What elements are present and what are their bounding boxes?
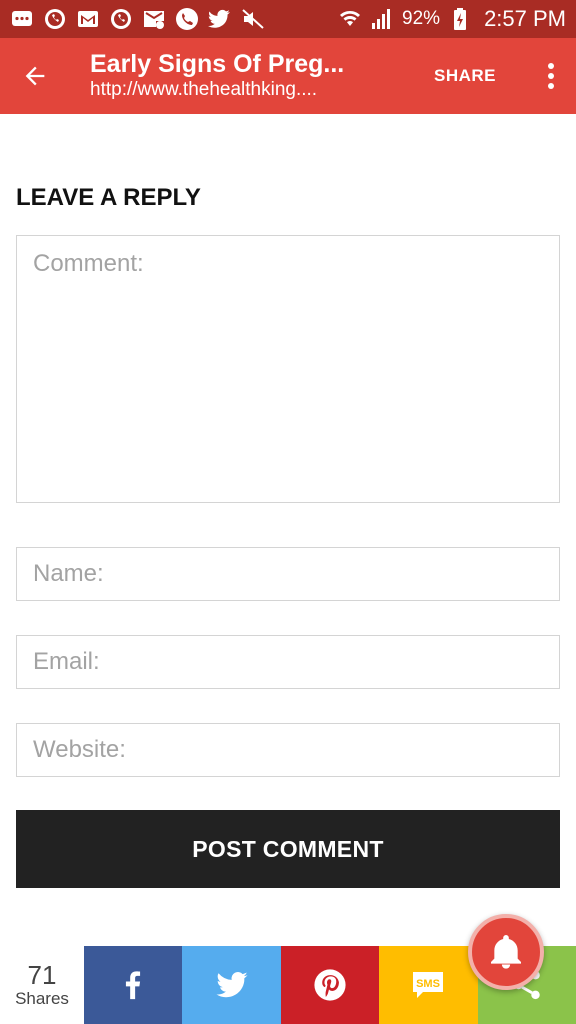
post-comment-button[interactable]: POST COMMENT <box>16 810 560 888</box>
system-status: 92% 2:57 PM <box>338 6 566 32</box>
pinterest-share-button[interactable] <box>280 946 380 1024</box>
name-field[interactable] <box>16 547 560 601</box>
share-count: 71 Shares <box>0 946 84 1024</box>
facebook-share-button[interactable] <box>84 946 183 1024</box>
status-bar: 92% 2:57 PM <box>0 0 576 38</box>
email-field[interactable] <box>16 635 560 689</box>
page-titles: Early Signs Of Preg... http://www.thehea… <box>70 50 416 102</box>
wifi-icon <box>338 7 362 31</box>
page-url: http://www.thehealthking.... <box>90 79 318 100</box>
signal-icon <box>370 7 394 31</box>
bell-icon <box>491 935 521 969</box>
whatsapp-icon <box>109 7 133 31</box>
more-vert-icon <box>548 63 554 89</box>
website-field[interactable] <box>16 723 560 777</box>
reply-heading: LEAVE A REPLY <box>16 184 201 211</box>
message-icon <box>10 7 34 31</box>
page-title: Early Signs Of Preg... <box>90 50 345 78</box>
share-count-label: Shares <box>15 989 69 1008</box>
sms-icon: SMS <box>413 972 444 998</box>
more-options-button[interactable] <box>526 38 576 114</box>
twitter-icon <box>216 972 248 998</box>
app-bar: Early Signs Of Preg... http://www.thehea… <box>0 38 576 114</box>
mute-icon <box>241 7 265 31</box>
battery-percent: 92% <box>402 8 441 29</box>
email-at-icon <box>142 7 166 31</box>
twitter-share-button[interactable] <box>182 946 281 1024</box>
share-button[interactable]: SHARE <box>416 66 526 86</box>
notification-icons <box>10 7 265 31</box>
twitter-icon <box>208 7 232 31</box>
share-count-number: 71 <box>27 960 57 990</box>
sms-label: SMS <box>417 978 441 990</box>
back-arrow-icon <box>25 66 45 86</box>
sms-share-button[interactable]: SMS <box>379 946 478 1024</box>
phone-icon <box>175 7 199 31</box>
comment-field[interactable] <box>16 235 560 503</box>
whatsapp-icon <box>43 7 67 31</box>
battery-charging-icon <box>448 7 472 31</box>
back-button[interactable] <box>0 38 70 114</box>
gmail-icon <box>76 7 100 31</box>
notification-bell-button[interactable] <box>468 914 544 990</box>
clock: 2:57 PM <box>484 6 566 31</box>
pinterest-icon <box>314 969 346 1001</box>
facebook-icon <box>126 971 141 1000</box>
